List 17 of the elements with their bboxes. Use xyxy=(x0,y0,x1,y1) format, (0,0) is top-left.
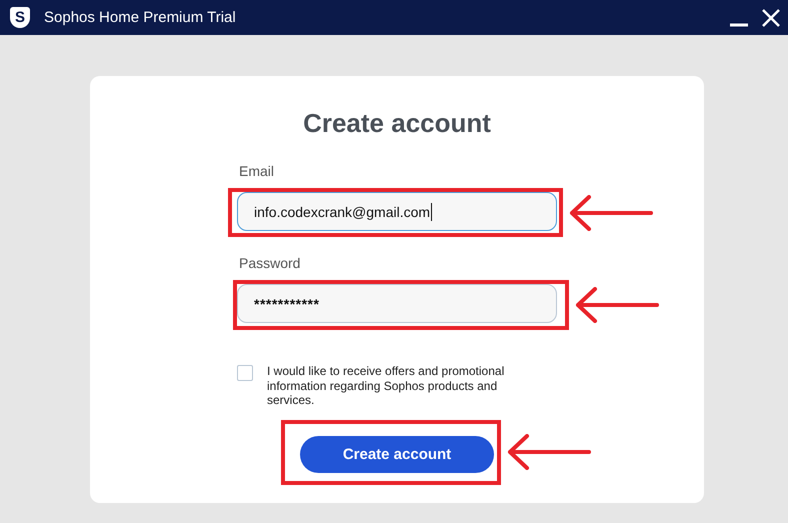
password-field[interactable]: *********** xyxy=(237,284,557,323)
app-logo: S xyxy=(10,7,30,28)
annotation-arrow-icon xyxy=(575,287,659,323)
consent-text: I would like to receive offers and promotional information regarding Sophos products and services. xyxy=(267,364,506,408)
text-cursor xyxy=(431,202,432,220)
create-account-button[interactable]: Create account xyxy=(300,436,494,472)
annotation-arrow-icon xyxy=(507,434,591,470)
field-label: Email xyxy=(239,162,276,180)
field-value: *********** xyxy=(254,296,320,312)
close-icon[interactable] xyxy=(762,8,780,26)
page-heading: Create account xyxy=(302,107,492,140)
consent-checkbox[interactable] xyxy=(237,365,253,381)
email-field[interactable]: info.codexcrank@gmail.com xyxy=(237,192,557,231)
field-label: Password xyxy=(239,254,302,272)
annotation-arrow-icon xyxy=(569,194,653,230)
field-value: info.codexcrank@gmail.com xyxy=(254,204,430,220)
window-title: Sophos Home Premium Trial xyxy=(44,9,237,26)
